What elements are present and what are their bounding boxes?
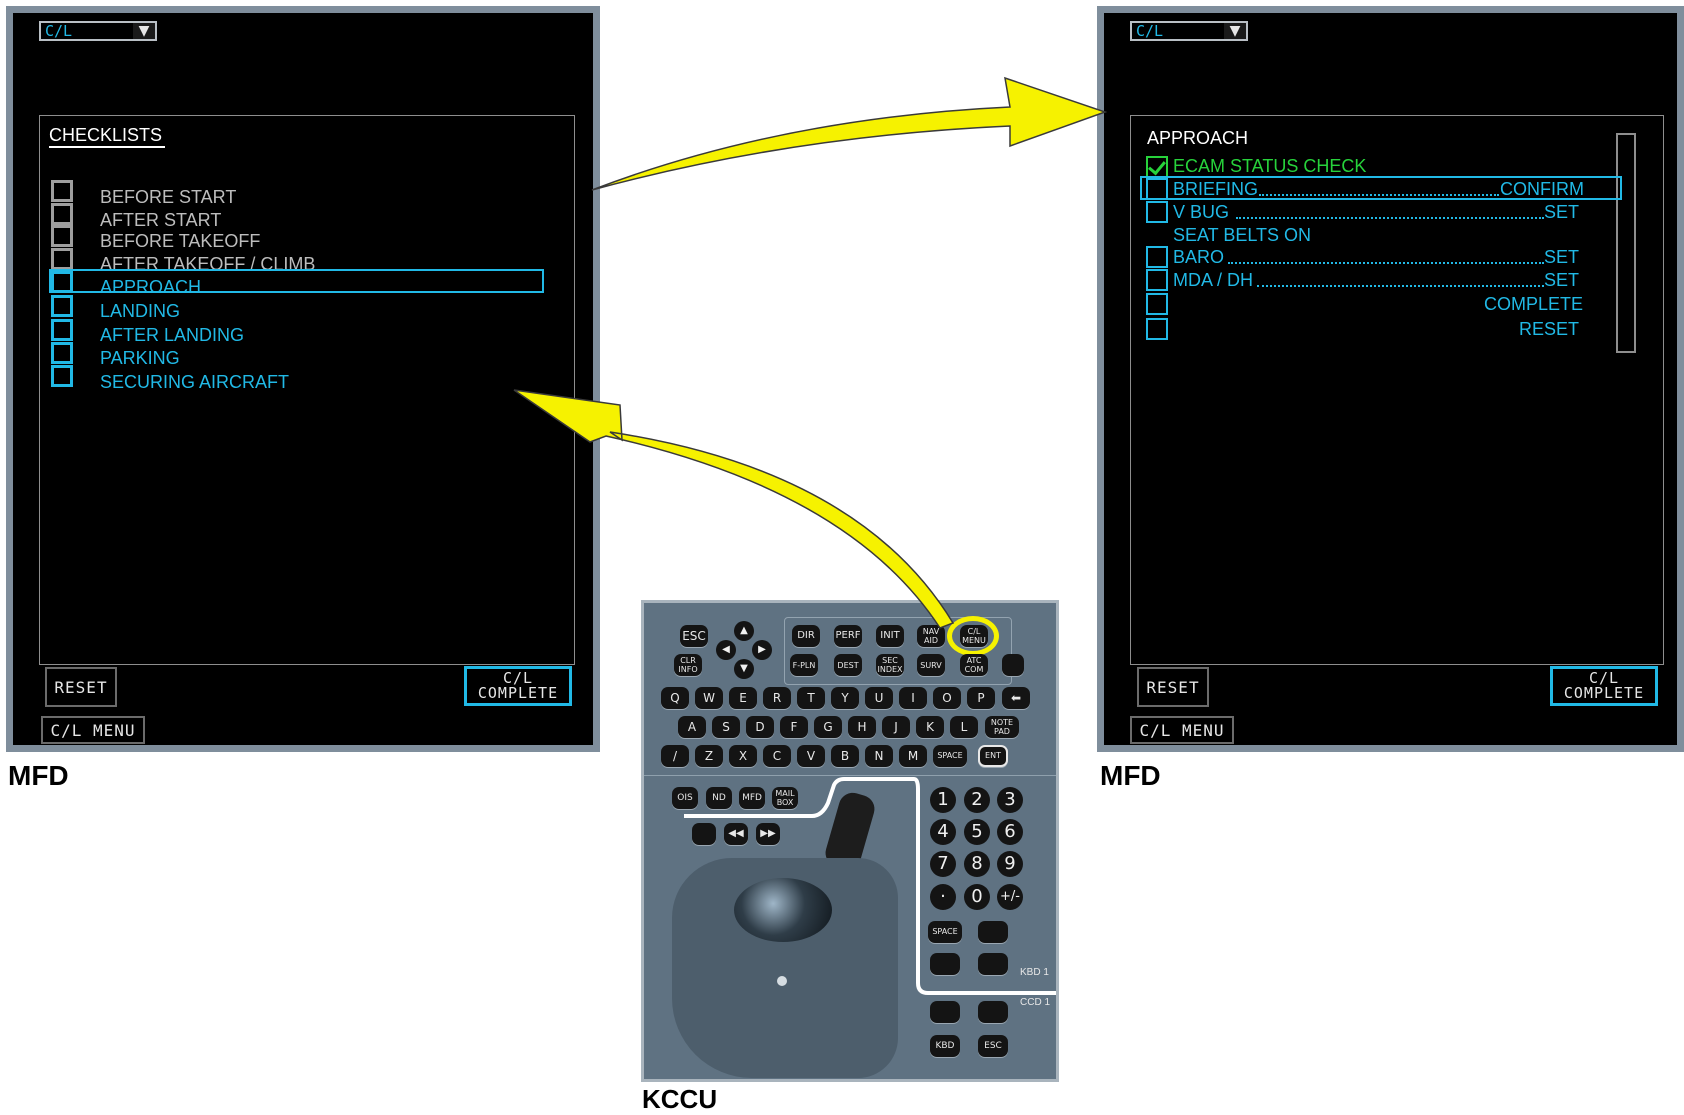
key-8[interactable]: 8 — [964, 851, 990, 877]
arrow-to-right-mfd — [591, 76, 1108, 191]
cl-complete-line2: COMPLETE — [1563, 684, 1645, 702]
key-plus-minus[interactable]: +/- — [997, 884, 1023, 910]
kccu-caption: KCCU — [642, 1084, 718, 1114]
key-decimal[interactable]: · — [930, 884, 956, 910]
reset-button[interactable]: RESET — [45, 667, 117, 707]
checkbox[interactable] — [51, 319, 73, 341]
leader-dots — [1257, 285, 1544, 287]
key-blank[interactable] — [930, 1001, 960, 1023]
trackball[interactable] — [734, 878, 832, 942]
cl-menu-button[interactable]: C/L MENU — [1130, 716, 1234, 744]
checkbox[interactable] — [51, 180, 73, 202]
item-label: MDA / DH — [1173, 270, 1254, 290]
checkbox[interactable] — [1146, 246, 1168, 268]
checkbox[interactable] — [1146, 318, 1168, 340]
item-label: BEFORE TAKEOFF — [100, 231, 261, 251]
mfd-left-display: C/L ▼ CHECKLISTS BEFORE START AFTER STAR… — [6, 6, 600, 752]
cl-dropdown-value: C/L — [45, 22, 73, 40]
key-3[interactable]: 3 — [997, 787, 1023, 813]
key-9[interactable]: 9 — [997, 851, 1023, 877]
cl-dropdown[interactable]: C/L ▼ — [1130, 21, 1248, 41]
checkbox[interactable] — [1146, 269, 1168, 291]
checkbox[interactable] — [1146, 178, 1168, 200]
chevron-down-icon: ▼ — [133, 23, 155, 39]
reset-button[interactable]: RESET — [1137, 667, 1209, 707]
item-value: RESET — [1519, 319, 1580, 339]
item-label: ECAM STATUS CHECK — [1173, 156, 1367, 176]
key-num-space[interactable]: SPACE — [928, 921, 962, 943]
key-kbd[interactable]: KBD — [930, 1035, 960, 1057]
checkbox[interactable] — [51, 365, 73, 387]
cl-note-seat-belts-on: SEAT BELTS ON — [1173, 225, 1312, 245]
item-value: SET — [1544, 202, 1580, 222]
key-blank[interactable] — [978, 921, 1008, 943]
title-underline — [49, 146, 165, 148]
cl-dropdown-value: C/L — [1136, 22, 1164, 40]
item-label: BARO — [1173, 247, 1225, 267]
key-0[interactable]: 0 — [964, 884, 990, 910]
indicator-light — [777, 976, 787, 986]
trackball-housing — [672, 858, 898, 1078]
key-4[interactable]: 4 — [930, 819, 956, 845]
item-value: SET — [1544, 247, 1580, 267]
checkbox[interactable] — [1146, 293, 1168, 315]
leader-dots — [1228, 262, 1544, 264]
mfd-right-caption: MFD — [1100, 760, 1161, 791]
key-2[interactable]: 2 — [964, 787, 990, 813]
kbd1-label: KBD 1 — [1020, 967, 1049, 978]
approach-title: APPROACH — [1147, 128, 1249, 148]
item-label: SECURING AIRCRAFT — [100, 372, 290, 392]
item-value: COMPLETE — [1484, 294, 1584, 314]
checkbox-checked[interactable] — [1146, 156, 1168, 178]
item-label: AFTER START — [100, 210, 222, 230]
mfd-left-caption: MFD — [8, 760, 69, 791]
cl-menu-button[interactable]: C/L MENU — [41, 716, 145, 744]
leader-dots — [1236, 217, 1544, 219]
item-label: LANDING — [100, 301, 181, 321]
key-1[interactable]: 1 — [930, 787, 956, 813]
key-7[interactable]: 7 — [930, 851, 956, 877]
ccd1-label: CCD 1 — [1020, 997, 1051, 1008]
checkbox[interactable] — [51, 295, 73, 317]
checkbox[interactable] — [51, 203, 73, 225]
chevron-down-icon: ▼ — [1224, 23, 1246, 39]
cl-dropdown[interactable]: C/L ▼ — [39, 21, 157, 41]
mfd-right-display: C/L ▼ APPROACH ECAM STATUS CHECK BRIEFIN… — [1097, 6, 1684, 752]
item-value: CONFIRM — [1500, 179, 1584, 199]
checkbox[interactable] — [1146, 201, 1168, 223]
key-5[interactable]: 5 — [964, 819, 990, 845]
key-blank[interactable] — [930, 953, 960, 975]
checkbox[interactable] — [51, 248, 73, 270]
cl-complete-line2: COMPLETE — [477, 684, 559, 702]
item-label: PARKING — [100, 348, 180, 368]
checklists-title: CHECKLISTS — [49, 125, 163, 145]
item-label: BEFORE START — [100, 187, 237, 207]
key-blank[interactable] — [978, 1001, 1008, 1023]
cl-complete-button[interactable]: C/L COMPLETE — [464, 666, 572, 706]
scrollbar[interactable] — [1616, 133, 1636, 353]
checkbox[interactable] — [51, 342, 73, 364]
cl-complete-button[interactable]: C/L COMPLETE — [1550, 666, 1658, 706]
item-label: AFTER LANDING — [100, 325, 245, 345]
leader-dots — [1259, 194, 1499, 196]
checkbox[interactable] — [51, 225, 73, 247]
item-value: SET — [1544, 270, 1580, 290]
checkbox[interactable] — [51, 271, 73, 293]
item-label: APPROACH — [100, 277, 202, 297]
item-label: BRIEFING — [1173, 179, 1259, 199]
key-6[interactable]: 6 — [997, 819, 1023, 845]
kccu-panel: ESC CLR INFO ▲ ◀ ▶ ▼ DIR PERF INIT NAV A… — [641, 600, 1059, 1082]
key-blank[interactable] — [978, 953, 1008, 975]
key-esc-bottom[interactable]: ESC — [978, 1035, 1008, 1057]
item-label: V BUG — [1173, 202, 1230, 222]
